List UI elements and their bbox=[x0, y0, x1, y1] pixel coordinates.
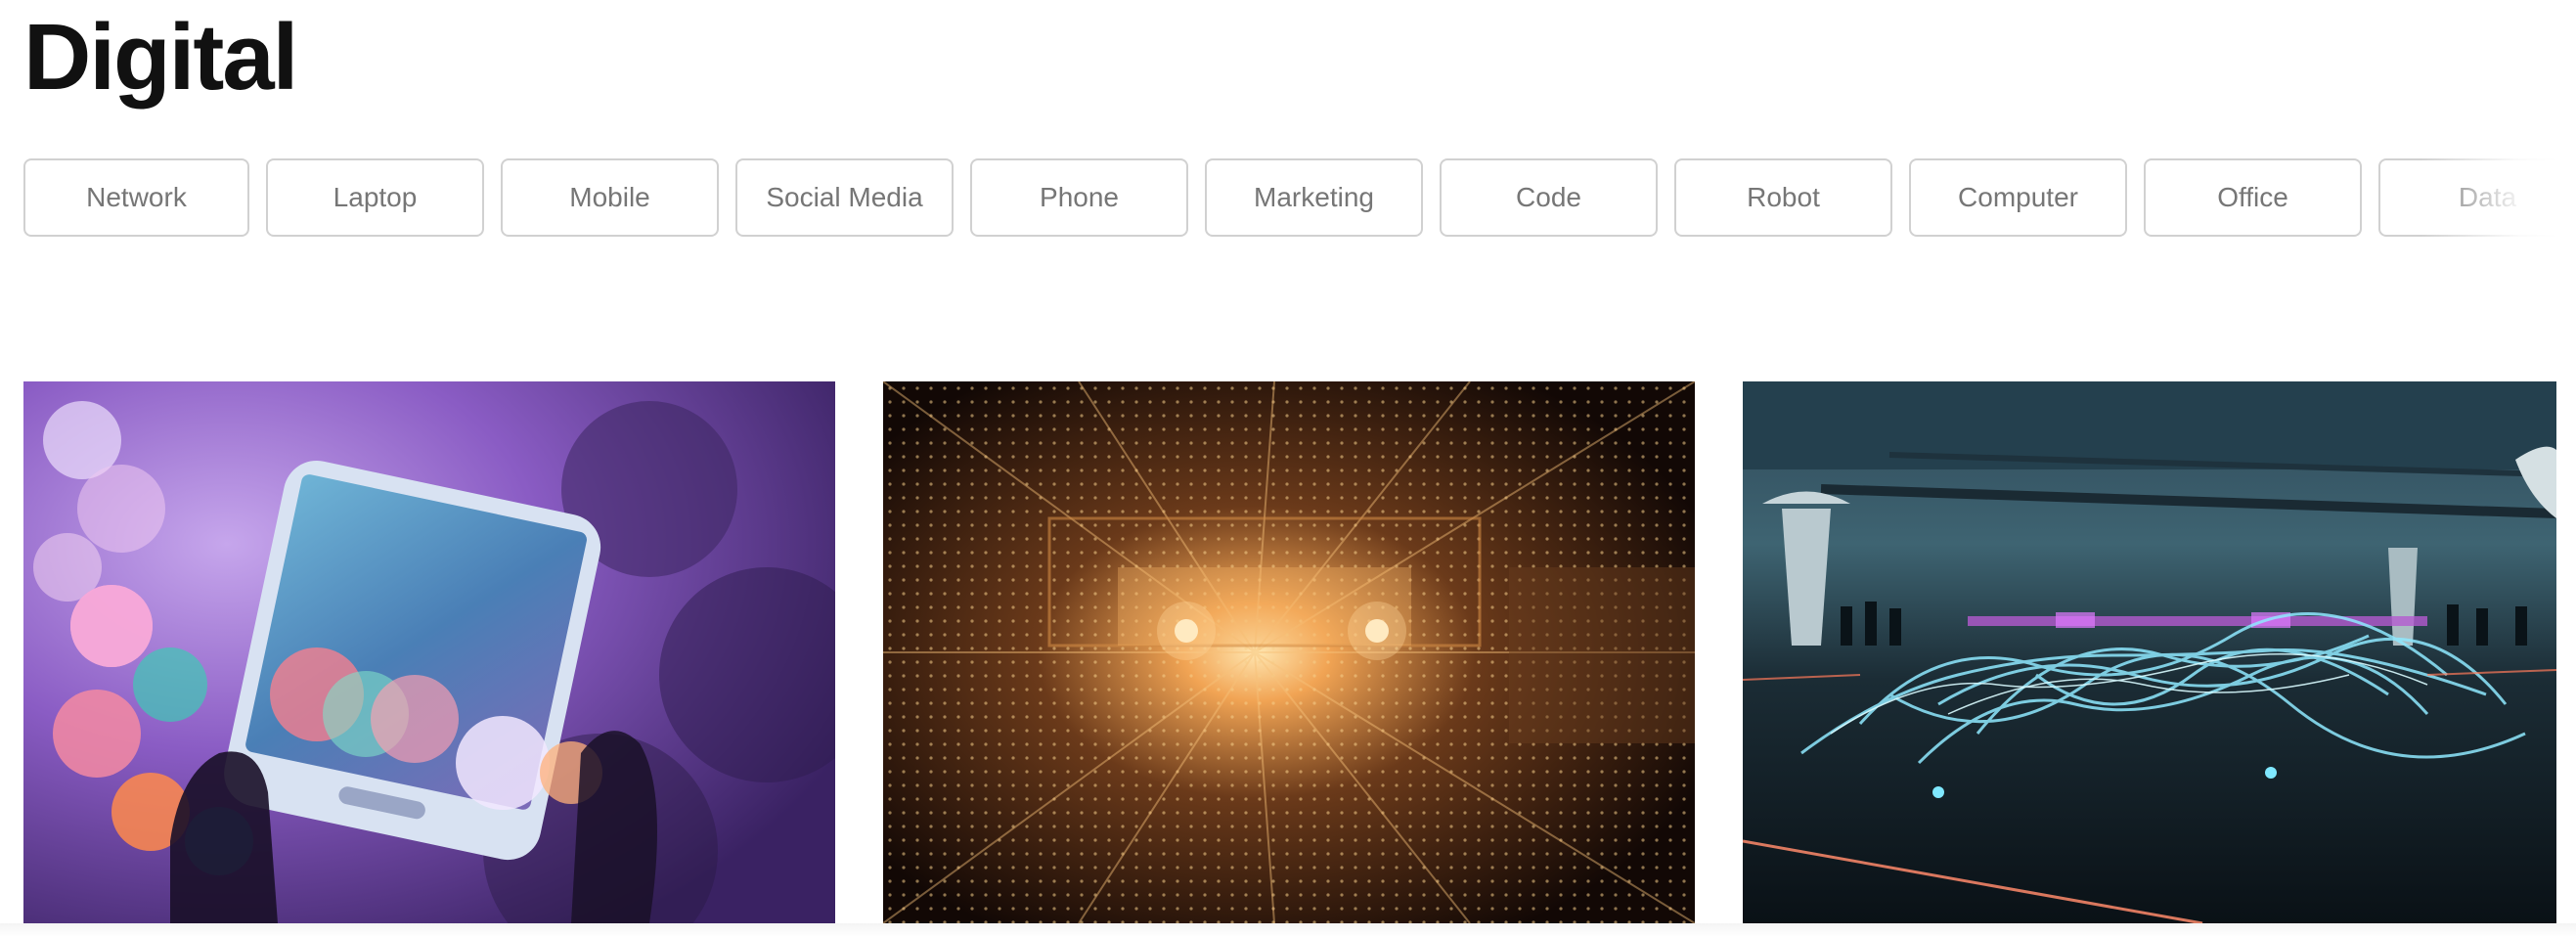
tag-label: Phone bbox=[1040, 182, 1119, 212]
tag-mobile[interactable]: Mobile bbox=[501, 158, 719, 237]
divider bbox=[0, 923, 2576, 937]
tag-label: Data bbox=[2458, 182, 2517, 212]
tag-list: Network Laptop Mobile Social Media Phone… bbox=[23, 158, 2558, 241]
tag-label: Network bbox=[86, 182, 187, 212]
tag-label: Computer bbox=[1958, 182, 2078, 212]
tag-robot[interactable]: Robot bbox=[1674, 158, 1892, 237]
tag-office[interactable]: Office bbox=[2144, 158, 2362, 237]
tag-code[interactable]: Code bbox=[1440, 158, 1658, 237]
light-painting-garage-image bbox=[1743, 381, 2556, 923]
tag-social-media[interactable]: Social Media bbox=[735, 158, 954, 237]
light-tunnel-image bbox=[883, 381, 1695, 923]
tag-phone[interactable]: Phone bbox=[970, 158, 1188, 237]
tag-marketing[interactable]: Marketing bbox=[1205, 158, 1423, 237]
photo-card-1[interactable] bbox=[23, 381, 835, 923]
page-title: Digital bbox=[23, 5, 298, 110]
tag-label: Social Media bbox=[766, 182, 923, 212]
smartphone-bokeh-image bbox=[23, 381, 835, 923]
tag-label: Laptop bbox=[333, 182, 418, 212]
tag-label: Code bbox=[1516, 182, 1581, 212]
tag-label: Office bbox=[2217, 182, 2288, 212]
photo-card-2[interactable] bbox=[883, 381, 1695, 923]
tag-data[interactable]: Data bbox=[2378, 158, 2558, 237]
tag-laptop[interactable]: Laptop bbox=[266, 158, 484, 237]
tag-label: Marketing bbox=[1254, 182, 1374, 212]
tag-label: Mobile bbox=[569, 182, 650, 212]
tag-label: Robot bbox=[1747, 182, 1820, 212]
photo-card-3[interactable] bbox=[1743, 381, 2556, 923]
tag-computer[interactable]: Computer bbox=[1909, 158, 2127, 237]
tag-network[interactable]: Network bbox=[23, 158, 249, 237]
